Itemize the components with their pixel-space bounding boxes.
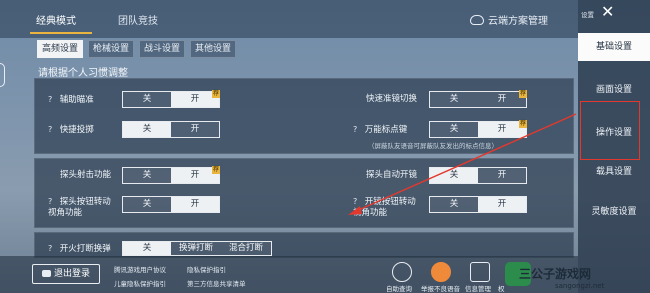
aim-assist-row: ? 辅助瞄准 — [48, 94, 94, 106]
peek-rotate-label: 探头按钮转动视角功能 — [48, 197, 111, 218]
section-title: 请根据个人习惯调整 — [38, 68, 128, 79]
fire-interrupt-row: ? 开火打断换弹 — [48, 243, 111, 255]
watermark-text: 三公子游戏网 — [519, 267, 592, 281]
close-icon[interactable]: ✕ — [601, 4, 614, 20]
peek-fire-label: 探头射击功能 — [60, 170, 112, 180]
fire-interrupt-mixed[interactable]: 混合打断 — [221, 242, 271, 255]
help-icon[interactable]: ? — [48, 196, 57, 207]
logout-label: 退出登录 — [53, 269, 90, 279]
quick-throw-off[interactable]: 关 — [123, 122, 171, 137]
quick-throw-label: 快捷投掷 — [59, 125, 94, 135]
cloud-plan-label: 云端方案管理 — [488, 16, 548, 27]
fire-interrupt-reload[interactable]: 换弹打断 — [171, 242, 221, 255]
peek-rotate-off[interactable]: 关 — [123, 197, 171, 212]
help-icon[interactable]: ? — [48, 94, 57, 105]
help-icon[interactable]: ? — [48, 124, 57, 135]
aim-assist-off[interactable]: 关 — [123, 92, 171, 107]
help-icon[interactable]: ? — [48, 243, 57, 254]
quick-throw-toggle[interactable]: 关 开 — [122, 121, 220, 138]
subtab-combat[interactable]: 战斗设置 — [139, 40, 186, 58]
aim-assist-on-label: 开 — [190, 94, 200, 104]
side-handle[interactable] — [0, 63, 5, 87]
chat-icon — [41, 270, 51, 277]
active-tab-underline — [30, 32, 92, 34]
fire-interrupt-off[interactable]: 关 — [123, 242, 171, 255]
tab-classic-mode[interactable]: 经典模式 — [36, 12, 76, 27]
scope-switch-on-label: 开 — [497, 94, 507, 104]
tab-team-deathmatch[interactable]: 团队竞技 — [118, 12, 158, 27]
fire-interrupt-selector[interactable]: 关 换弹打断 混合打断 — [122, 241, 272, 256]
link-user-agreement[interactable]: 腾讯游戏用户协议 — [114, 264, 166, 274]
peek-fire-off[interactable]: 关 — [123, 168, 171, 183]
highlight-box — [580, 101, 640, 160]
peek-fire-on[interactable]: 开荐 — [171, 166, 220, 183]
report-label: 举报不良语音 — [421, 285, 460, 293]
recommended-badge: 荐 — [212, 90, 220, 98]
self-query-label: 自助查询 — [386, 285, 412, 293]
link-privacy[interactable]: 隐私保护指引 — [187, 264, 226, 274]
quick-throw-row: ? 快捷投掷 — [48, 124, 94, 136]
sidebar-item-sensitivity[interactable]: 灵敏度设置 — [578, 204, 650, 217]
subtab-other[interactable]: 其他设置 — [190, 40, 237, 58]
aim-assist-on[interactable]: 开荐 — [171, 90, 220, 107]
fire-interrupt-label: 开火打断换弹 — [59, 244, 111, 254]
info-manage-label: 信息管理 — [465, 285, 491, 293]
peek-fire-on-label: 开 — [190, 170, 200, 180]
scope-switch-off[interactable]: 关 — [430, 92, 478, 107]
subtab-high-frequency[interactable]: 高频设置 — [37, 40, 84, 58]
quick-throw-on[interactable]: 开 — [171, 122, 219, 137]
settings-label: 设置 — [581, 11, 594, 19]
recommended-badge: 荐 — [212, 166, 220, 174]
sidebar-item-basic[interactable]: 基础设置 — [578, 33, 650, 61]
scope-switch-on[interactable]: 开荐 — [478, 90, 527, 107]
scope-switch-label: 快速准镜切换 — [366, 94, 418, 104]
annotation-arrow — [348, 113, 577, 215]
peek-rotate-row: ? 探头按钮转动视角功能 — [48, 196, 114, 219]
subtab-weapon[interactable]: 枪械设置 — [88, 40, 135, 58]
search-icon[interactable] — [392, 262, 412, 282]
watermark-url: sangongzi.net — [555, 282, 605, 290]
cloud-plan-button[interactable]: 云端方案管理 — [470, 12, 548, 27]
peek-rotate-toggle[interactable]: 关 开 — [122, 196, 220, 213]
warning-icon[interactable] — [431, 262, 451, 282]
settings-panel-3 — [34, 232, 574, 258]
recommended-badge: 荐 — [519, 90, 527, 98]
scope-switch-toggle[interactable]: 关 开荐 — [429, 90, 527, 108]
info-icon[interactable] — [470, 262, 490, 282]
cloud-icon — [470, 15, 484, 25]
aim-assist-label: 辅助瞄准 — [59, 95, 94, 105]
peek-fire-toggle[interactable]: 关 开荐 — [122, 166, 220, 184]
annotation-arrow-line — [353, 113, 577, 213]
aim-assist-toggle[interactable]: 关 开荐 — [122, 90, 220, 108]
more-label: 权 — [498, 285, 505, 293]
link-child-privacy[interactable]: 儿童隐私保护指引 — [114, 278, 166, 288]
logout-button[interactable]: 退出登录 — [32, 264, 100, 284]
sidebar-item-graphics[interactable]: 画面设置 — [578, 82, 650, 95]
annotation-arrow-head — [348, 206, 362, 215]
sidebar-item-vehicle[interactable]: 载具设置 — [578, 164, 650, 177]
peek-rotate-on[interactable]: 开 — [171, 197, 219, 212]
link-third-party[interactable]: 第三方信息共享清单 — [187, 278, 246, 288]
